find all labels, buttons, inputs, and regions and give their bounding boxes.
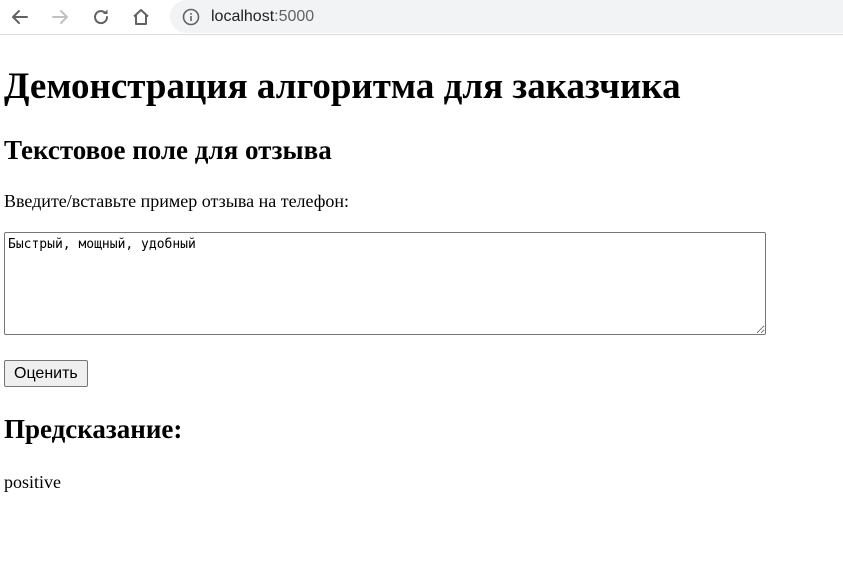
reload-icon [94, 9, 109, 25]
browser-toolbar: localhost:5000 [0, 0, 843, 35]
home-icon [133, 9, 149, 25]
back-button[interactable] [6, 3, 34, 31]
forward-arrow-icon [52, 10, 68, 24]
info-icon[interactable] [182, 8, 200, 26]
page-title: Демонстрация алгоритма для заказчика [4, 66, 681, 107]
evaluate-button[interactable]: Оценить [4, 360, 88, 387]
page-content: Демонстрация алгоритма для заказчика Тек… [0, 35, 843, 493]
forward-button[interactable] [46, 3, 74, 31]
review-prompt: Введите/вставьте пример отзыва на телефо… [4, 191, 350, 211]
reload-button[interactable] [87, 3, 115, 31]
prediction-heading: Предсказание: [4, 414, 183, 444]
back-arrow-icon [12, 10, 28, 24]
review-textarea[interactable]: Быстрый, мощный, удобный [4, 232, 766, 335]
url-port: :5000 [274, 7, 315, 25]
home-button[interactable] [127, 3, 155, 31]
review-section-heading: Текстовое поле для отзыва [4, 135, 332, 165]
url-host: localhost [211, 7, 275, 25]
url-text: localhost:5000 [211, 8, 314, 26]
prediction-result: positive [4, 472, 61, 492]
address-bar[interactable]: localhost:5000 [170, 0, 843, 33]
